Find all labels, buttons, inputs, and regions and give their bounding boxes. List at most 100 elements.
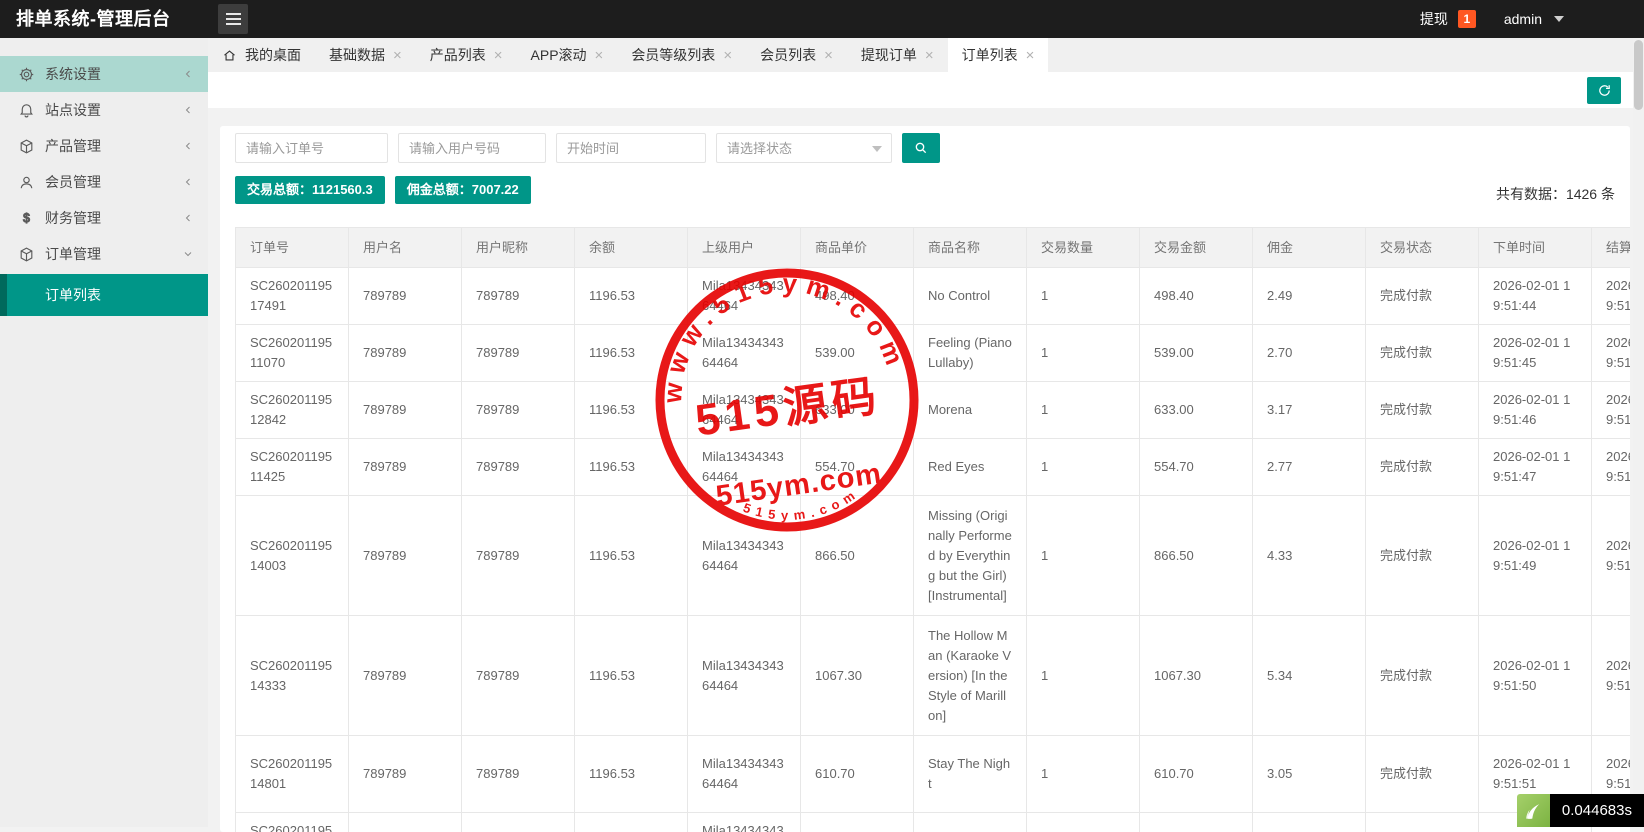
table-cell: 1196.53	[575, 439, 688, 496]
close-icon[interactable]: ×	[393, 48, 402, 63]
sidebar-menu: 系统设置站点设置产品管理会员管理财务管理订单管理	[0, 56, 208, 272]
withdraw-link[interactable]: 提现	[1420, 9, 1448, 29]
status-select[interactable]	[716, 133, 892, 163]
table-cell: 完成付款	[1366, 496, 1479, 616]
table-cell: 789789	[349, 325, 462, 382]
sidebar-item[interactable]: 站点设置	[0, 92, 208, 128]
table-cell: 完成付款	[1366, 439, 1479, 496]
table-cell: Mila1343434364464	[688, 325, 801, 382]
orders-table-wrap: 订单号用户名用户昵称余额上级用户商品单价商品名称交易数量交易金额佣金交易状态下单…	[235, 227, 1630, 832]
table-cell: 789789	[349, 616, 462, 736]
table-cell: 789789	[462, 736, 575, 813]
search-icon	[913, 140, 929, 156]
debug-badge[interactable]: 0.044683s	[1517, 794, 1644, 827]
chevron-left-icon	[182, 212, 194, 224]
close-icon[interactable]: ×	[1026, 48, 1035, 63]
user-menu[interactable]: admin	[1504, 11, 1542, 27]
sidebar-item[interactable]: 产品管理	[0, 128, 208, 164]
table-cell: Stay The Night	[914, 736, 1027, 813]
table-cell: SC26020119514801	[236, 736, 349, 813]
table-cell: SC26020119515	[236, 813, 349, 832]
active-indicator	[0, 274, 7, 316]
content-card: 交易总额：1121560.3 佣金总额：7007.22 共有数据：1426 条 …	[220, 126, 1630, 832]
tab-6[interactable]: 提现订单×	[847, 38, 948, 72]
close-icon[interactable]: ×	[925, 48, 934, 63]
sidebar-item[interactable]: 财务管理	[0, 200, 208, 236]
table-cell	[349, 813, 462, 832]
table-cell: Mila1343434364464	[688, 616, 801, 736]
table-cell: Mila1343434364464	[688, 496, 801, 616]
table-cell: 789789	[462, 268, 575, 325]
table-cell: 1196.53	[575, 496, 688, 616]
scrollbar-thumb[interactable]	[1634, 40, 1643, 110]
sidebar-item[interactable]: 系统设置	[0, 56, 208, 92]
close-icon[interactable]: ×	[595, 48, 604, 63]
commission-total-badge[interactable]: 佣金总额：7007.22	[395, 176, 531, 204]
start-date-input[interactable]	[556, 133, 706, 163]
table-cell: Mila1343434364464	[688, 813, 801, 832]
withdraw-count-badge[interactable]: 1	[1458, 10, 1476, 28]
table-cell: 789789	[349, 736, 462, 813]
table-cell: 2026-02-01 19:51:49	[1592, 496, 1631, 616]
table-cell: 2026-02-01 19:51:45	[1479, 325, 1592, 382]
table-cell: 1	[1027, 496, 1140, 616]
close-icon[interactable]: ×	[494, 48, 503, 63]
table-cell: SC26020119512842	[236, 382, 349, 439]
table-cell: 1	[1027, 382, 1140, 439]
tab-5[interactable]: 会员列表×	[746, 38, 847, 72]
table-cell: 1067.30	[1140, 616, 1253, 736]
table-cell: 5.34	[1253, 616, 1366, 736]
table-cell: SC26020119511425	[236, 439, 349, 496]
table-cell: 2.77	[1253, 439, 1366, 496]
table-cell: Morena	[914, 382, 1027, 439]
box-icon	[18, 246, 35, 263]
toolbar-band	[208, 72, 1633, 108]
chevron-down-icon	[182, 248, 194, 260]
menu-toggle-button[interactable]	[218, 4, 248, 34]
table-cell: The Hollow Man (Karaoke Version) [In the…	[914, 616, 1027, 736]
close-icon[interactable]: ×	[723, 48, 732, 63]
table-cell: Red Eyes	[914, 439, 1027, 496]
box-icon	[18, 138, 35, 155]
app-header: 排单系统-管理后台 提现 1 admin	[0, 0, 1644, 38]
user-number-input[interactable]	[398, 133, 546, 163]
tab-2[interactable]: 产品列表×	[416, 38, 517, 72]
table-cell: 2.70	[1253, 325, 1366, 382]
table-cell: 2026-02-01 19:51:47	[1479, 439, 1592, 496]
dollar-icon	[18, 210, 35, 227]
sidebar-item-order-list[interactable]: 订单列表	[0, 274, 208, 316]
tab-3[interactable]: APP滚动×	[517, 38, 618, 72]
tab-desktop[interactable]: 我的桌面	[208, 38, 315, 72]
app-title: 排单系统-管理后台	[16, 0, 171, 38]
table-cell: 4.33	[1253, 496, 1366, 616]
table-cell: Mila1343434364464	[688, 439, 801, 496]
search-button[interactable]	[902, 133, 940, 163]
table-cell	[801, 813, 914, 832]
tab-1[interactable]: 基础数据×	[315, 38, 416, 72]
chevron-down-icon	[872, 146, 882, 152]
tab-4[interactable]: 会员等级列表×	[617, 38, 746, 72]
table-cell: 539.00	[1140, 325, 1253, 382]
table-cell: Mila1343434364464	[688, 268, 801, 325]
sidebar-item[interactable]: 订单管理	[0, 236, 208, 272]
sidebar-item[interactable]: 会员管理	[0, 164, 208, 200]
tab-7[interactable]: 订单列表×	[948, 38, 1049, 72]
table-cell	[914, 813, 1027, 832]
table-cell: 1196.53	[575, 382, 688, 439]
table-cell: 2.49	[1253, 268, 1366, 325]
trade-total-badge[interactable]: 交易总额：1121560.3	[235, 176, 385, 204]
table-cell: 2026-02-01 19:51:50	[1592, 616, 1631, 736]
table-cell: 2026-02-01 19:51:44	[1592, 268, 1631, 325]
table-cell: 789789	[349, 496, 462, 616]
table-row: SC260201195174917897897897891196.53Mila1…	[236, 268, 1631, 325]
order-number-input[interactable]	[235, 133, 388, 163]
table-cell: 完成付款	[1366, 616, 1479, 736]
bell-icon	[18, 102, 35, 119]
table-cell: 539.00	[801, 325, 914, 382]
close-icon[interactable]: ×	[824, 48, 833, 63]
table-cell: 1067.30	[801, 616, 914, 736]
table-cell: Mila1343434364464	[688, 736, 801, 813]
refresh-button[interactable]	[1587, 77, 1621, 104]
orders-table: 订单号用户名用户昵称余额上级用户商品单价商品名称交易数量交易金额佣金交易状态下单…	[235, 227, 1630, 832]
table-cell: 633.00	[1140, 382, 1253, 439]
